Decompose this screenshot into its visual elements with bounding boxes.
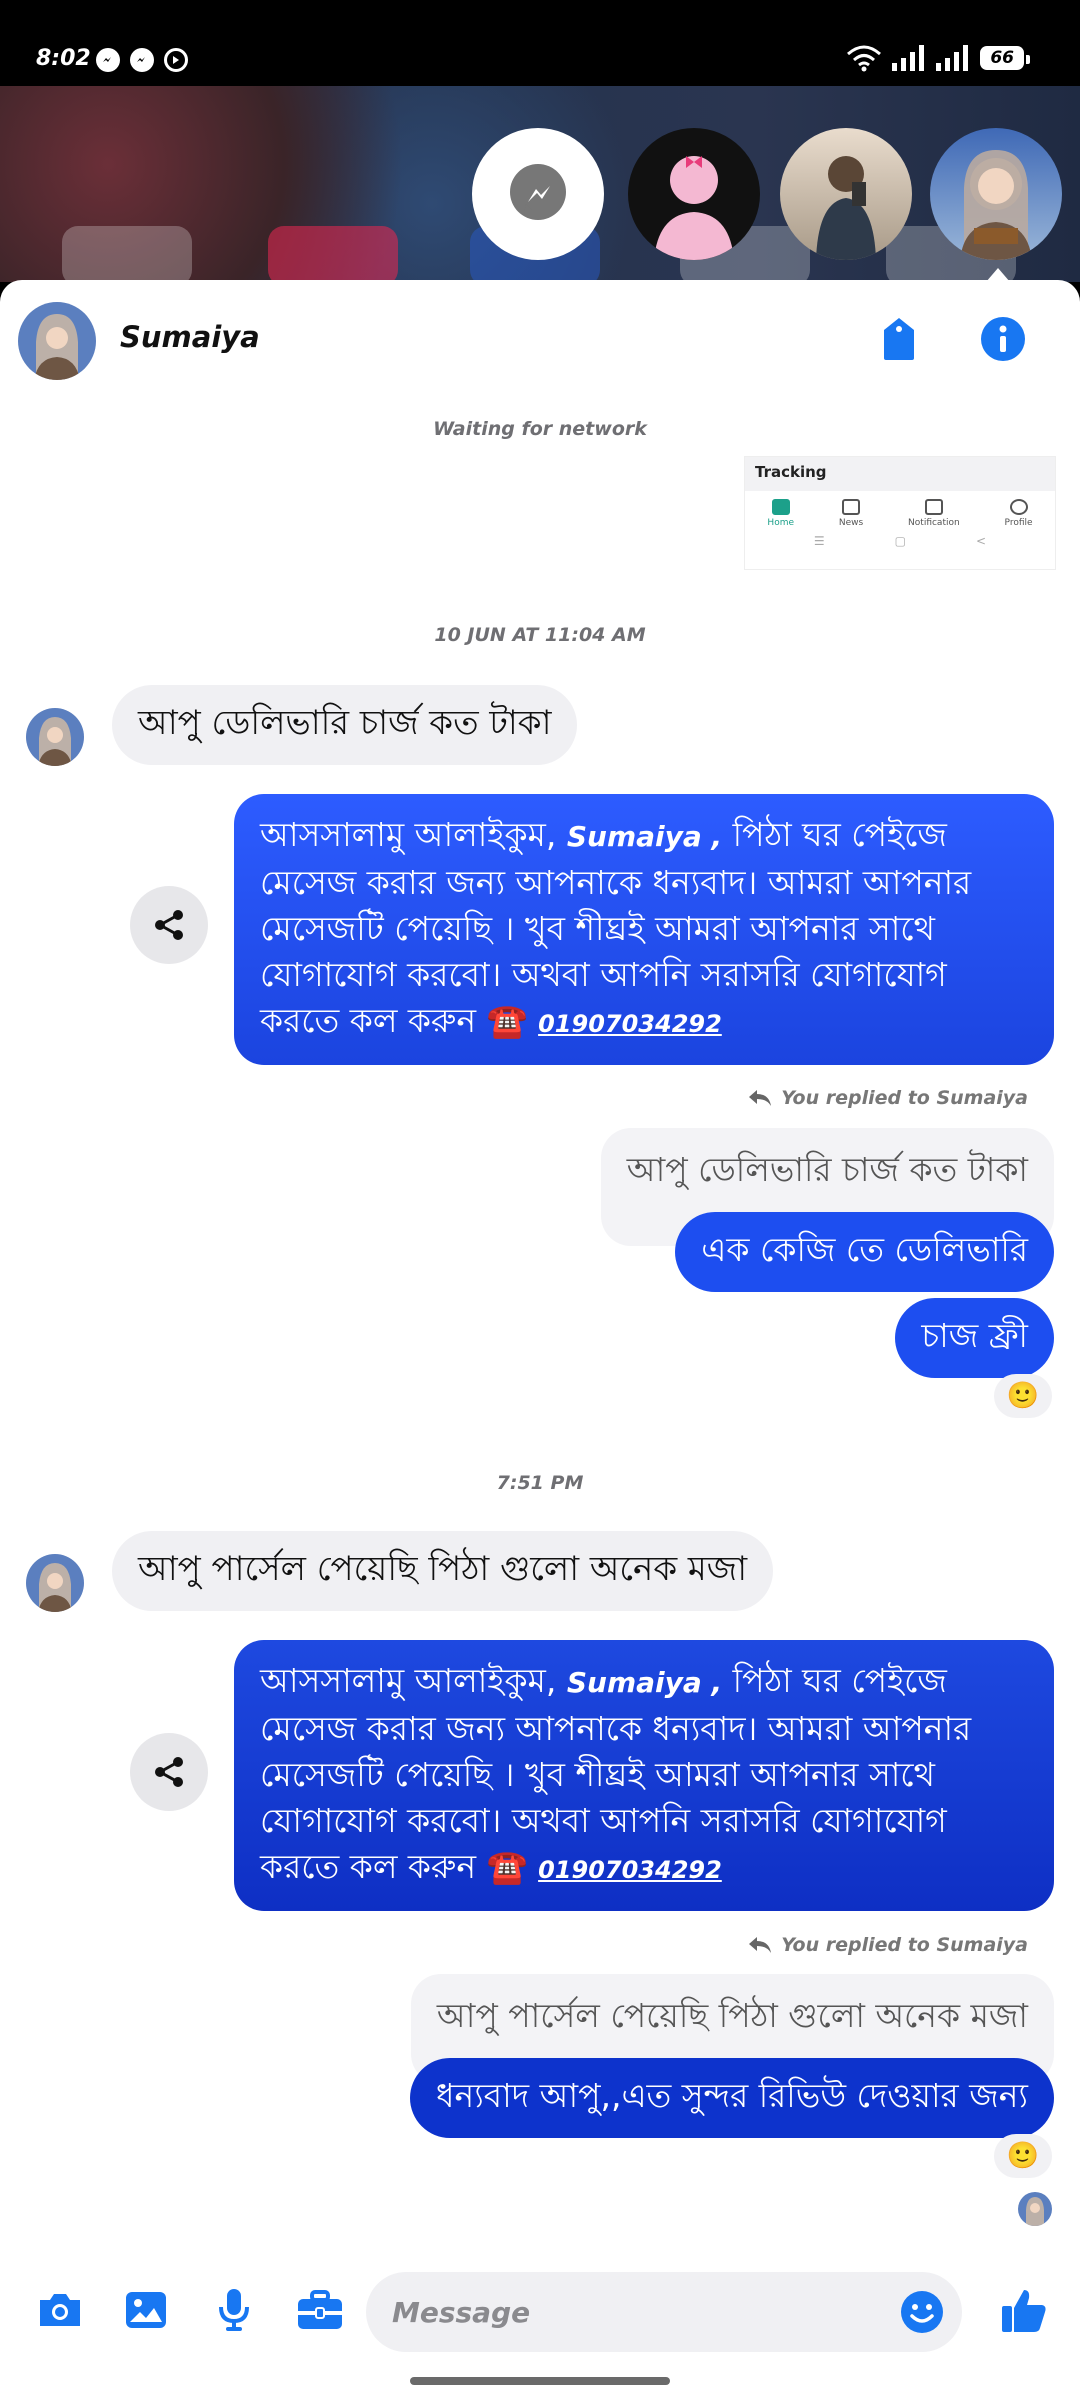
sumaiya-avatar-icon [960, 150, 1032, 260]
incoming-message[interactable]: আপু ডেলিভারি চার্জ কত টাকা [112, 685, 578, 765]
share-button[interactable] [130, 1733, 208, 1811]
square-icon: ▢ [894, 534, 907, 548]
sumaiya-avatar-icon [26, 708, 84, 766]
chat-head-sumaiya[interactable] [930, 128, 1062, 260]
system-icons: 66 [846, 44, 1030, 72]
chat-panel: Sumaiya Waiting for network Tracking Hom… [0, 280, 1080, 2365]
play-notification-icon [164, 48, 188, 72]
messenger-icon [510, 164, 566, 220]
sumaiya-avatar-icon [1018, 2192, 1052, 2226]
message-composer [0, 2260, 1080, 2365]
contact-avatar-icon [654, 156, 734, 260]
voice-button[interactable] [206, 2282, 262, 2338]
info-icon [981, 317, 1025, 361]
reply-arrow-icon [749, 1937, 772, 1953]
signal-icon-2 [936, 45, 969, 71]
thumbnail-nav: Home News Notification Profile [745, 499, 1055, 528]
thumbnail-system-nav: ☰ ▢ < [745, 534, 1055, 548]
sumaiya-avatar-icon [18, 302, 96, 380]
avatar[interactable] [18, 302, 96, 380]
timestamp: 7:51 PM [496, 1472, 584, 1494]
microphone-icon [219, 2289, 249, 2331]
outgoing-message[interactable]: এক কেজি তে ডেলিভারি [675, 1212, 1054, 1292]
network-status: Waiting for network [433, 418, 647, 440]
menu-icon: ☰ [813, 534, 825, 548]
camera-icon [40, 2294, 80, 2326]
bell-icon [924, 499, 943, 515]
like-button[interactable] [996, 2282, 1052, 2338]
reply-arrow-icon [749, 1090, 772, 1106]
sumaiya-avatar-icon [26, 1554, 84, 1612]
app-icon-background [62, 226, 192, 286]
thumbnail-title: Tracking [745, 457, 1055, 491]
share-icon [155, 1757, 183, 1787]
info-button[interactable] [978, 314, 1028, 364]
timestamp: 10 JUN AT 11:04 AM [434, 624, 646, 646]
profile-icon [1009, 499, 1028, 515]
gallery-button[interactable] [118, 2282, 174, 2338]
app-icon-background [268, 226, 398, 286]
smiley-icon [901, 2291, 943, 2333]
auto-reply-message[interactable]: আসসালামু আলাইকুম, Sumaiya , পিঠা ঘর পেইজ… [234, 1640, 1054, 1911]
avatar[interactable] [26, 708, 84, 766]
share-button[interactable] [130, 886, 208, 964]
avatar[interactable] [26, 1554, 84, 1612]
notification-icons [96, 48, 188, 72]
thumbnail-nav-profile: Profile [1005, 499, 1033, 528]
phone-link[interactable]: 01907034292 [538, 1010, 722, 1038]
status-time: 8:02 [36, 46, 91, 71]
chat-head-contact[interactable] [780, 128, 912, 260]
tag-button[interactable] [874, 314, 924, 364]
chat-header: Sumaiya [0, 280, 1080, 400]
message-input[interactable] [366, 2272, 962, 2352]
thumbs-up-icon [1002, 2290, 1046, 2332]
contact-avatar-icon [816, 156, 876, 260]
auto-reply-message[interactable]: আসসালামু আলাইকুম, Sumaiya , পিঠা ঘর পেইজ… [234, 794, 1054, 1065]
signal-icon-1 [892, 45, 925, 71]
back-icon: < [976, 534, 987, 548]
messenger-notification-icon-2 [130, 48, 154, 72]
image-icon [126, 2292, 166, 2328]
replied-label: You replied to Sumaiya [747, 1934, 1028, 1956]
thumbnail-nav-news: News [839, 499, 863, 528]
tag-icon [884, 318, 914, 360]
contact-name[interactable]: Sumaiya [120, 320, 260, 354]
thumbnail-nav-home: Home [767, 499, 794, 528]
replied-label: You replied to Sumaiya [747, 1087, 1028, 1109]
battery-indicator: 66 [980, 46, 1030, 70]
home-wallpaper [0, 86, 1080, 286]
emoji-button[interactable] [900, 2290, 944, 2334]
reaction-badge[interactable]: 🙂 [994, 1374, 1052, 1418]
reaction-badge[interactable]: 🙂 [994, 2134, 1052, 2178]
camera-button[interactable] [32, 2282, 88, 2338]
thumbnail-nav-notification: Notification [908, 499, 960, 528]
business-tools-button[interactable] [292, 2282, 348, 2338]
news-icon [842, 499, 861, 515]
phone-link[interactable]: 01907034292 [538, 1856, 722, 1884]
share-icon [155, 910, 183, 940]
system-navigation-bar [0, 2365, 1080, 2400]
messenger-chat-head[interactable] [472, 128, 604, 260]
outgoing-message[interactable]: ধন্যবাদ আপু,,এত সুন্দর রিভিউ দেওয়ার জন্… [410, 2058, 1054, 2138]
seen-avatar [1018, 2192, 1052, 2226]
status-bar: 8:02 66 [0, 0, 1080, 86]
messenger-notification-icon [96, 48, 120, 72]
home-icon [771, 499, 790, 515]
outgoing-message[interactable]: চাজ ফ্রী [895, 1298, 1054, 1378]
briefcase-icon [298, 2290, 342, 2329]
chat-head-contact[interactable] [628, 128, 760, 260]
incoming-message[interactable]: আপু পার্সেল পেয়েছি পিঠা গুলো অনেক মজা [112, 1531, 774, 1611]
shared-screenshot-thumbnail[interactable]: Tracking Home News Notification Profile … [744, 456, 1056, 570]
home-indicator[interactable] [410, 2377, 670, 2385]
wifi-icon [847, 45, 882, 72]
